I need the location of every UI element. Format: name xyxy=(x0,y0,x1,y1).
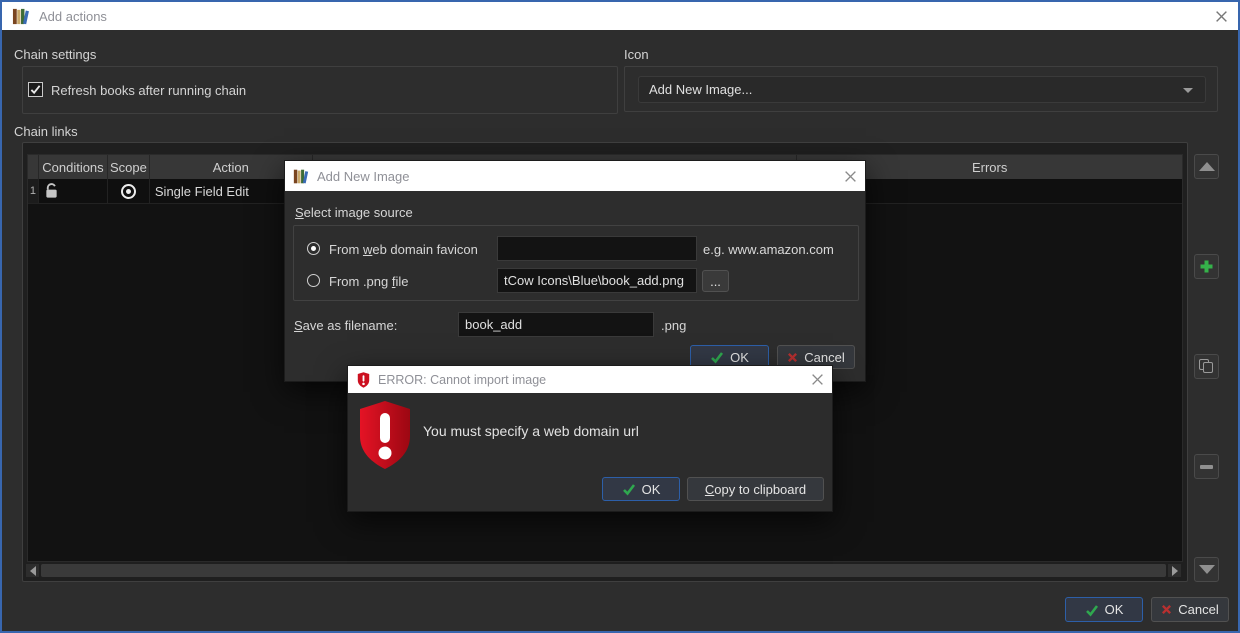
copy-icon xyxy=(1199,359,1214,374)
from-web-favicon-label: From web domain favicon xyxy=(329,242,478,257)
hscroll-thumb[interactable] xyxy=(41,564,1166,577)
arrow-left-icon xyxy=(29,565,36,576)
main-ok-label: OK xyxy=(1104,602,1124,617)
duplicate-link-button[interactable] xyxy=(1194,354,1219,379)
arrow-up-icon xyxy=(1198,162,1215,171)
save-as-filename-label: Save as filename: xyxy=(294,318,398,333)
add-actions-window: Add actions Chain settings Refresh books… xyxy=(0,0,1240,633)
plus-icon xyxy=(1200,260,1213,273)
add-link-button[interactable] xyxy=(1194,254,1219,279)
move-down-button[interactable] xyxy=(1194,557,1219,582)
conditions-cell xyxy=(39,179,108,203)
x-icon xyxy=(788,352,798,362)
books-app-icon xyxy=(293,169,309,183)
copy-to-clipboard-button[interactable]: Copy to clipboard xyxy=(687,477,824,501)
check-icon xyxy=(711,352,724,364)
error-ok-label: OK xyxy=(641,481,661,497)
check-icon xyxy=(622,484,635,496)
main-ok-button[interactable]: OK xyxy=(1065,597,1143,622)
error-close-button[interactable] xyxy=(810,373,824,387)
add-image-cancel-label: Cancel xyxy=(804,349,845,365)
window-title: Add actions xyxy=(39,8,107,24)
unlocked-padlock-icon xyxy=(46,183,57,198)
error-titlebar: ERROR: Cannot import image xyxy=(348,366,832,393)
browse-button[interactable]: ... xyxy=(702,270,729,292)
favicon-hint-text: e.g. www.amazon.com xyxy=(703,242,834,257)
chevron-down-icon xyxy=(1183,88,1193,93)
add-image-close-button[interactable] xyxy=(843,169,857,183)
error-ok-button[interactable]: OK xyxy=(602,477,680,501)
check-icon xyxy=(1085,604,1098,616)
move-up-button[interactable] xyxy=(1194,154,1219,179)
minus-icon xyxy=(1200,464,1213,469)
close-icon xyxy=(811,374,823,385)
error-shield-icon xyxy=(360,401,410,469)
extension-label: .png xyxy=(661,318,687,333)
error-message: You must specify a web domain url xyxy=(423,423,639,439)
error-dialog: ERROR: Cannot import image You must spec… xyxy=(347,365,833,512)
x-icon xyxy=(1162,604,1172,615)
books-app-icon xyxy=(12,8,29,24)
refresh-books-checkbox[interactable] xyxy=(28,82,43,97)
select-image-source-label: Select image source xyxy=(295,205,413,220)
from-web-favicon-radio[interactable] xyxy=(307,242,320,255)
hscroll-right-button[interactable] xyxy=(1168,564,1181,577)
add-image-ok-label: OK xyxy=(730,349,749,365)
chain-settings-label: Chain settings xyxy=(14,47,97,62)
from-png-file-radio[interactable] xyxy=(307,274,320,287)
arrow-down-icon xyxy=(1198,565,1215,574)
refresh-books-checkbox-label: Refresh books after running chain xyxy=(51,83,247,98)
main-close-button[interactable] xyxy=(1214,9,1228,23)
hscroll-left-button[interactable] xyxy=(26,564,39,577)
scope-column-header[interactable]: Scope xyxy=(108,155,150,179)
close-icon xyxy=(844,170,856,182)
from-png-file-label: From .png file xyxy=(329,274,409,289)
icon-dropdown[interactable]: Add New Image... xyxy=(638,76,1206,103)
chain-links-label: Chain links xyxy=(14,124,78,139)
error-dialog-title: ERROR: Cannot import image xyxy=(378,372,547,387)
icon-dropdown-value: Add New Image... xyxy=(649,82,753,97)
arrow-right-icon xyxy=(1171,565,1178,576)
add-new-image-dialog: Add New Image Select image source From w… xyxy=(284,160,866,382)
row-number-header[interactable] xyxy=(28,155,39,179)
favicon-url-input[interactable] xyxy=(497,236,697,261)
scope-cell xyxy=(108,179,150,203)
filename-input[interactable]: book_add xyxy=(458,312,654,337)
row-number-cell: 1 xyxy=(28,179,39,203)
conditions-column-header[interactable]: Conditions xyxy=(39,155,108,179)
icon-section-label: Icon xyxy=(624,47,649,62)
main-cancel-label: Cancel xyxy=(1178,602,1219,617)
delete-link-button[interactable] xyxy=(1194,454,1219,479)
error-shield-icon xyxy=(357,371,370,388)
close-icon xyxy=(1215,10,1227,22)
copy-to-clipboard-label: Copy to clipboard xyxy=(704,481,807,497)
checkmark-icon xyxy=(30,85,41,95)
main-titlebar: Add actions xyxy=(2,2,1238,30)
add-image-titlebar: Add New Image xyxy=(285,161,865,191)
main-cancel-button[interactable]: Cancel xyxy=(1151,597,1229,622)
scope-target-icon xyxy=(120,183,136,199)
add-image-dialog-title: Add New Image xyxy=(317,168,410,184)
png-path-input[interactable]: tCow Icons\Blue\book_add.png xyxy=(497,268,697,293)
